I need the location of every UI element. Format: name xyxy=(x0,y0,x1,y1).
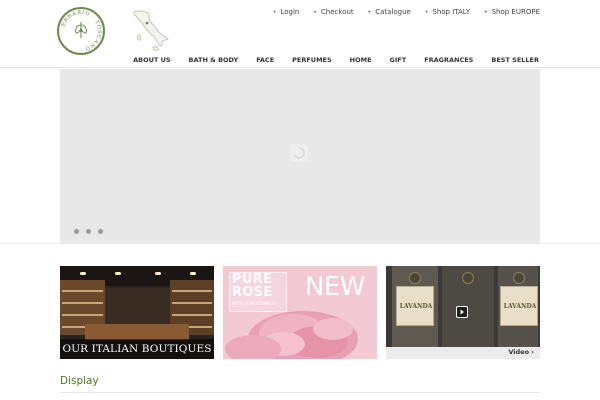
bottle-label: LAVANDA xyxy=(396,286,434,326)
ceiling-light xyxy=(190,272,196,275)
main-nav: ABOUT US BATH & BODY FACE PERFUMES HOME … xyxy=(124,56,539,64)
bullet-icon: • xyxy=(484,8,488,16)
video-link[interactable]: Video › xyxy=(508,348,534,356)
shop-italy-link[interactable]: • Shop ITALY xyxy=(425,8,470,16)
section-divider xyxy=(0,243,600,244)
nav-fragrances[interactable]: FRAGRANCES xyxy=(415,56,482,64)
shop-italy-label: Shop ITALY xyxy=(432,8,471,16)
italy-map-icon[interactable] xyxy=(128,8,172,54)
boutiques-caption: OUR ITALIAN BOUTIQUES xyxy=(60,339,214,359)
bottle-label: LAVANDA xyxy=(500,286,538,326)
slider-dot-3[interactable] xyxy=(98,229,103,234)
checkout-label: Checkout xyxy=(320,8,354,16)
catalogue-link[interactable]: • Catalogue xyxy=(368,8,411,16)
nav-perfumes[interactable]: PERFUMES xyxy=(283,56,341,64)
bottle-label-text: LAVANDA xyxy=(399,303,433,310)
login-link[interactable]: • Login xyxy=(273,8,299,16)
boutiques-banner[interactable]: OUR ITALIAN BOUTIQUES xyxy=(60,266,214,359)
shelf-row xyxy=(172,302,212,304)
shelf-row xyxy=(172,290,212,292)
bottle-label-text: LAVANDA xyxy=(503,303,537,310)
nav-face[interactable]: FACE xyxy=(247,56,283,64)
checkout-link[interactable]: • Checkout xyxy=(313,8,353,16)
display-section-rule xyxy=(60,392,540,393)
bullet-icon: • xyxy=(367,8,372,16)
pure-rose-banner[interactable]: PURE ROSE WITH 3X BIOCOMPLEX NEW xyxy=(223,266,377,359)
catalogue-label: Catalogue xyxy=(375,8,411,16)
ceiling-light xyxy=(80,272,86,275)
shelf-row xyxy=(62,290,103,292)
nav-home[interactable]: HOME xyxy=(341,56,381,64)
shelf-row xyxy=(62,314,103,316)
video-bar: Video › xyxy=(386,347,540,359)
erbario-toscano-logo[interactable]: ERBARIO · TOSCANO · xyxy=(57,7,105,55)
top-utility-nav: • Login • Checkout • Catalogue • Shop IT… xyxy=(273,8,540,16)
shelf-row xyxy=(62,302,103,304)
label-seal xyxy=(513,272,525,284)
slider-pagination xyxy=(74,229,103,234)
pure-rose-subtitle: WITH 3X BIOCOMPLEX xyxy=(232,301,277,306)
login-label: Login xyxy=(280,8,300,16)
loading-spinner-icon xyxy=(290,144,308,162)
lavanda-video-banner[interactable]: LAVANDA LAVANDA Video › xyxy=(386,266,540,359)
site-header: ERBARIO · TOSCANO · • Login • Checkout •… xyxy=(0,0,600,68)
store-counter xyxy=(85,324,189,340)
nav-bath-body[interactable]: BATH & BODY xyxy=(180,56,248,64)
display-section-title: Display xyxy=(60,375,99,387)
label-seal xyxy=(462,272,474,284)
nav-gift[interactable]: GIFT xyxy=(381,56,416,64)
rose-word: ROSE xyxy=(232,285,273,300)
bullet-icon: • xyxy=(272,8,277,16)
nav-about-us[interactable]: ABOUT US xyxy=(124,56,179,64)
ceiling-light xyxy=(155,272,161,275)
bullet-icon: • xyxy=(313,8,317,16)
shop-europe-link[interactable]: • Shop EUROPE xyxy=(484,8,540,16)
slider-dot-2[interactable] xyxy=(86,229,91,234)
slider-dot-1[interactable] xyxy=(74,229,79,234)
label-seal xyxy=(409,272,421,284)
new-label: NEW xyxy=(304,272,366,302)
nav-best-seller[interactable]: BEST SELLER xyxy=(482,56,539,64)
hero-slider[interactable] xyxy=(60,69,540,243)
shop-europe-label: Shop EUROPE xyxy=(491,8,540,16)
ceiling-light xyxy=(115,272,121,275)
play-icon[interactable] xyxy=(456,306,468,318)
bullet-icon: • xyxy=(424,8,429,16)
shelf-row xyxy=(172,314,212,316)
leaf-emblem-icon xyxy=(75,22,87,38)
